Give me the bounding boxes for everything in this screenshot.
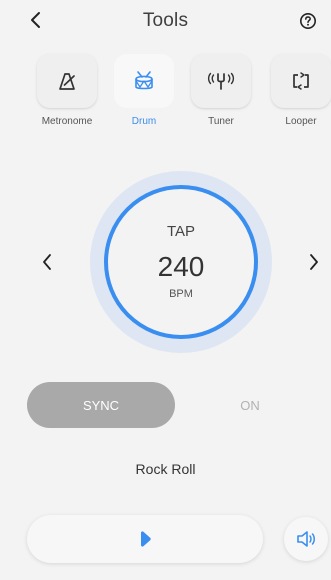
sound-button[interactable] <box>284 517 328 561</box>
question-circle-icon <box>300 13 316 29</box>
help-button[interactable] <box>297 10 319 32</box>
tool-tuner-button[interactable] <box>191 54 251 108</box>
tool-tuner-label: Tuner <box>208 116 234 127</box>
chevron-right-icon <box>310 254 318 270</box>
speaker-icon <box>297 531 315 547</box>
chevron-left-icon <box>43 254 51 270</box>
play-button[interactable] <box>27 515 263 563</box>
tuning-fork-icon <box>207 72 235 90</box>
tool-metronome-label: Metronome <box>41 116 93 127</box>
bpm-unit: BPM <box>169 288 193 300</box>
tool-looper-label: Looper <box>285 116 317 127</box>
page-title: Tools <box>142 10 189 31</box>
sync-on-toggle[interactable]: ON <box>225 398 275 413</box>
tool-drum-label: Drum <box>131 116 157 127</box>
previous-rhythm-button[interactable] <box>35 246 59 278</box>
rhythm-name: Rock Roll <box>135 461 196 477</box>
next-rhythm-button[interactable] <box>302 246 326 278</box>
tool-metronome-button[interactable] <box>37 54 97 108</box>
bpm-value: 240 <box>157 251 205 282</box>
tool-drum-button[interactable] <box>114 54 174 108</box>
metronome-icon <box>59 73 75 90</box>
play-icon <box>141 531 151 547</box>
sync-button[interactable]: SYNC <box>27 382 175 428</box>
tap-label: TAP <box>166 223 196 240</box>
loop-icon <box>293 72 309 90</box>
tool-looper-button[interactable] <box>271 54 331 108</box>
drum-icon <box>135 71 153 90</box>
